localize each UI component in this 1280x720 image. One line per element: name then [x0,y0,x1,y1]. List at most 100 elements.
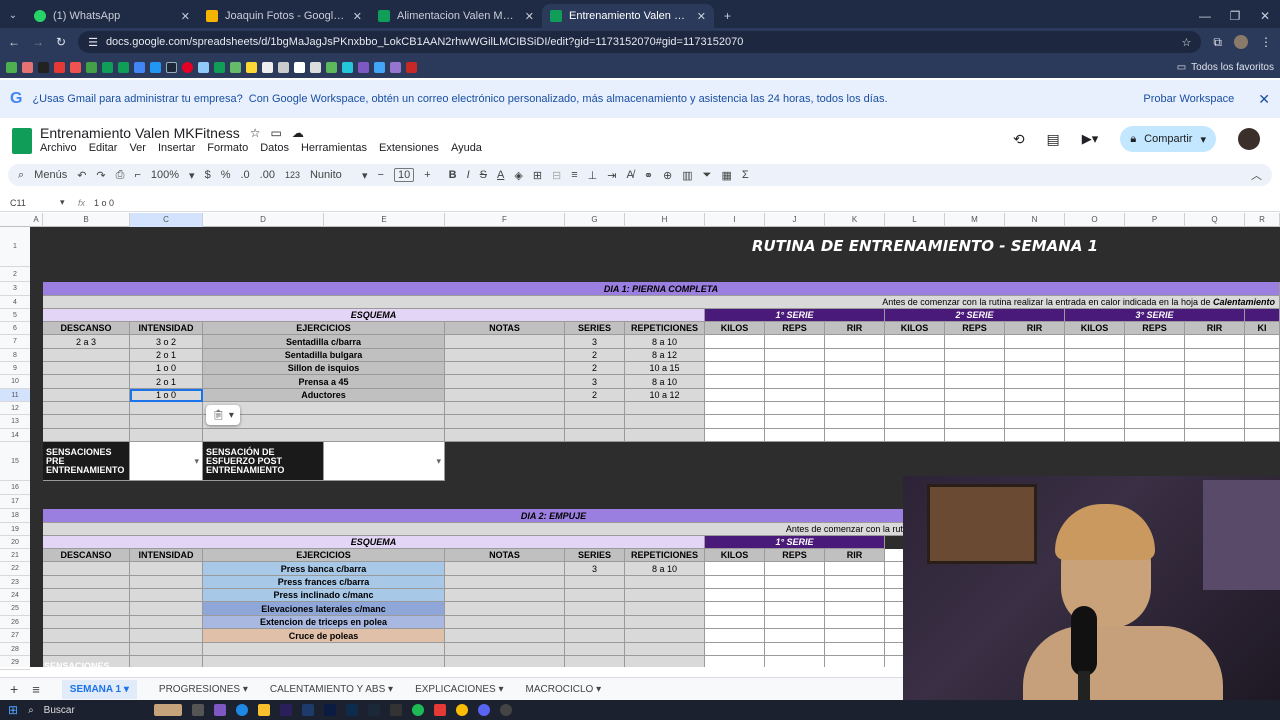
sub-header[interactable]: RIR [1005,322,1065,335]
obs-icon[interactable] [499,704,512,716]
menu-herramientas[interactable]: Herramientas [301,142,367,154]
log-cell[interactable] [1185,362,1245,375]
column-header-a[interactable]: A [30,213,43,227]
column-label[interactable]: EJERCICIOS [203,322,445,335]
chevron-down-icon[interactable]: ▾ [60,197,78,208]
log-cell[interactable] [1245,389,1280,402]
column-header-i[interactable]: I [705,213,765,227]
share-button[interactable]: 🔒︎ Compartir ▾ [1120,126,1216,152]
italic-icon[interactable]: I [467,169,470,181]
log-cell[interactable] [705,643,765,656]
serie-1-header[interactable]: 1° SERIE [705,309,885,322]
descanso-cell[interactable] [43,362,130,375]
ejercicio-cell[interactable]: Sillon de isquios [203,362,445,375]
intensidad-cell[interactable] [130,602,203,616]
column-header-b[interactable]: B [43,213,130,227]
series-cell[interactable] [565,629,625,643]
serie-2-header[interactable]: 2° SERIE [885,309,1065,322]
close-icon[interactable]: ✕ [181,10,190,23]
move-folder-icon[interactable]: ▭ [271,126,282,140]
series-cell[interactable]: 3 [565,335,625,349]
chart-icon[interactable]: ▥ [682,169,692,182]
log-cell[interactable] [765,402,825,415]
ejercicio-cell[interactable]: Aductores [203,389,445,402]
column-label[interactable]: EJERCICIOS [203,549,445,562]
row-header-24[interactable]: 24 [0,589,30,602]
row-header-14[interactable]: 14 [0,429,30,442]
sub-header[interactable]: RIR [825,549,885,562]
ejercicio-cell[interactable]: Press inclinado c/manc [203,589,445,602]
log-cell[interactable] [1245,362,1280,375]
star-icon[interactable]: ☆ [250,126,261,140]
bookmark-icon[interactable] [374,61,385,73]
menu-ayuda[interactable]: Ayuda [451,142,482,154]
strikethrough-icon[interactable]: S [480,169,487,181]
reps-cell[interactable]: 8 a 12 [625,349,705,362]
bookmark-icon[interactable] [246,61,257,73]
filter-views-icon[interactable]: ▦ [721,169,731,182]
log-cell[interactable] [765,589,825,602]
log-cell[interactable] [1005,429,1065,442]
wrap-icon[interactable]: ⇥ [607,169,616,182]
log-cell[interactable] [1185,389,1245,402]
sub-header[interactable]: REPS [765,322,825,335]
column-header-h[interactable]: H [625,213,705,227]
bookmark-icon[interactable] [262,61,273,73]
descanso-cell[interactable] [43,562,130,576]
intensidad-cell[interactable]: 1 o 0 [130,362,203,375]
sub-header[interactable]: KILOS [705,549,765,562]
log-cell[interactable] [1125,349,1185,362]
log-cell[interactable] [1005,402,1065,415]
notas-cell[interactable] [445,656,565,667]
taskbar-search[interactable]: Buscar [44,705,144,716]
log-cell[interactable] [1245,375,1280,389]
esquema-header[interactable]: ESQUEMA [43,536,705,549]
log-cell[interactable] [1065,415,1125,429]
sub-header[interactable]: KILOS [1065,322,1125,335]
intensidad-cell[interactable] [130,589,203,602]
log-cell[interactable] [1185,375,1245,389]
percent-button[interactable]: % [221,169,231,181]
intensidad-cell[interactable]: 2 o 1 [130,375,203,389]
paint-format-icon[interactable]: ⌐ [134,169,140,181]
bookmark-icon[interactable] [230,61,241,73]
add-sheet-icon[interactable]: + [10,681,18,697]
descanso-cell[interactable] [43,402,130,415]
log-cell[interactable] [705,589,765,602]
bookmark-icon[interactable] [118,61,129,73]
reps-cell[interactable] [625,576,705,589]
app-icon[interactable] [389,704,402,716]
font-size-decrease-icon[interactable]: − [378,169,384,181]
log-cell[interactable] [885,402,945,415]
tab-search-icon[interactable]: ⌄ [0,4,26,28]
series-cell[interactable] [565,656,625,667]
row-header-19[interactable]: 19 [0,523,30,536]
link-icon[interactable]: ⚭ [644,169,653,182]
log-cell[interactable] [705,349,765,362]
intensidad-cell[interactable]: 3 o 2 [130,335,203,349]
log-cell[interactable] [945,429,1005,442]
reps-cell[interactable]: 10 a 15 [625,362,705,375]
log-cell[interactable] [885,415,945,429]
sub-header[interactable]: REPS [945,322,1005,335]
row-header-22[interactable]: 22 [0,562,30,576]
notas-cell[interactable] [445,389,565,402]
history-icon[interactable]: ⟲ [1013,131,1025,148]
bold-icon[interactable]: B [449,169,457,181]
log-cell[interactable] [945,402,1005,415]
log-cell[interactable] [765,576,825,589]
intensidad-cell[interactable] [130,656,203,667]
column-label[interactable]: REPETICIONES [625,322,705,335]
series-cell[interactable] [565,602,625,616]
log-cell[interactable] [705,576,765,589]
steam-icon[interactable] [166,61,177,73]
log-cell[interactable] [885,335,945,349]
comment-icon[interactable]: ⊕ [663,169,672,182]
restore-icon[interactable]: ❐ [1220,4,1250,28]
bookmark-icon[interactable] [86,61,97,73]
menu-editar[interactable]: Editar [89,142,118,154]
esquema-header[interactable]: ESQUEMA [43,309,705,322]
notas-cell[interactable] [445,629,565,643]
log-cell[interactable] [765,349,825,362]
descanso-cell[interactable] [43,576,130,589]
